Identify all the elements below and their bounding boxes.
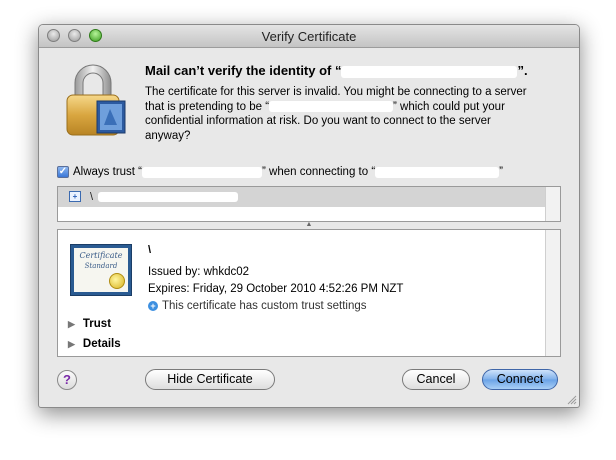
- help-button[interactable]: ?: [57, 370, 77, 390]
- certificate-badge-title: Certificate: [79, 251, 123, 260]
- custom-trust-note: + This certificate has custom trust sett…: [148, 300, 367, 312]
- certificate-badge-face: Certificate Standard: [74, 248, 128, 292]
- redacted-certificate-name: [154, 245, 285, 256]
- dialog-headline: Mail can’t verify the identity of “ ”.: [145, 63, 528, 78]
- hide-certificate-button[interactable]: Hide Certificate: [145, 369, 275, 390]
- details-disclosure[interactable]: ▶ Details: [68, 338, 121, 350]
- verify-certificate-dialog: Verify Certificate Mail can’t verify the…: [38, 24, 580, 408]
- certificate-chain-row[interactable]: + \: [58, 187, 546, 207]
- certificate-issuer: Issued by: whkdc02: [148, 266, 250, 278]
- window-title: Verify Certificate: [261, 29, 357, 44]
- headline-text: Mail can’t verify the identity of “: [145, 63, 342, 78]
- connect-button[interactable]: Connect: [482, 369, 558, 390]
- redacted-server-name: [341, 65, 518, 78]
- message-line-3: confidential information at risk. Do you…: [145, 115, 491, 127]
- detail-scrollbar[interactable]: [545, 230, 560, 356]
- cancel-button[interactable]: Cancel: [402, 369, 470, 390]
- custom-trust-text: This certificate has custom trust settin…: [162, 300, 367, 312]
- certificate-chain-label: \: [90, 191, 94, 203]
- redacted-server-name: [375, 166, 500, 178]
- dialog-message: The certificate for this server is inval…: [145, 85, 565, 143]
- always-trust-label-mid: ” when connecting to “: [262, 166, 376, 178]
- details-label: Details: [82, 338, 121, 350]
- certificate-badge-icon: Certificate Standard: [70, 244, 132, 296]
- headline-end: ”.: [517, 63, 528, 78]
- title-bar[interactable]: Verify Certificate: [39, 25, 579, 48]
- redacted-certificate-name: [142, 166, 263, 178]
- seal-icon: [109, 273, 125, 289]
- list-scrollbar[interactable]: [545, 187, 560, 221]
- certificate-expiry: Expires: Friday, 29 October 2010 4:52:26…: [148, 283, 404, 295]
- message-line-2: that is pretending to be “” which could …: [145, 100, 505, 113]
- always-trust-checkbox[interactable]: ✓: [57, 166, 69, 178]
- plus-icon: +: [148, 301, 158, 311]
- message-line-1: The certificate for this server is inval…: [145, 86, 527, 98]
- disclosure-triangle-icon[interactable]: ▶: [68, 319, 75, 330]
- trust-label: Trust: [82, 318, 112, 330]
- redacted-certificate-name: [98, 192, 238, 202]
- always-trust-label-start: Always trust “: [73, 166, 143, 178]
- always-trust-row: ✓ Always trust “ ” when connecting to “ ”: [57, 166, 503, 178]
- always-trust-label-end: ”: [499, 166, 504, 178]
- redacted-server-name: [269, 100, 394, 112]
- resize-grip-icon[interactable]: [567, 395, 577, 405]
- disclosure-triangle-icon[interactable]: ▶: [68, 339, 75, 350]
- certificate-detail-pane: Certificate Standard \ Issued by: whkdc0…: [57, 229, 561, 357]
- certificate-chain-list[interactable]: + \: [57, 186, 561, 222]
- pane-splitter[interactable]: ▲: [57, 221, 561, 228]
- certificate-name: \: [148, 244, 285, 256]
- trust-disclosure[interactable]: ▶ Trust: [68, 318, 111, 330]
- certificate-icon: +: [69, 191, 81, 202]
- message-line-4: anyway?: [145, 129, 191, 142]
- certificate-badge-subtitle: Standard: [84, 262, 118, 270]
- lock-icon: [66, 64, 126, 136]
